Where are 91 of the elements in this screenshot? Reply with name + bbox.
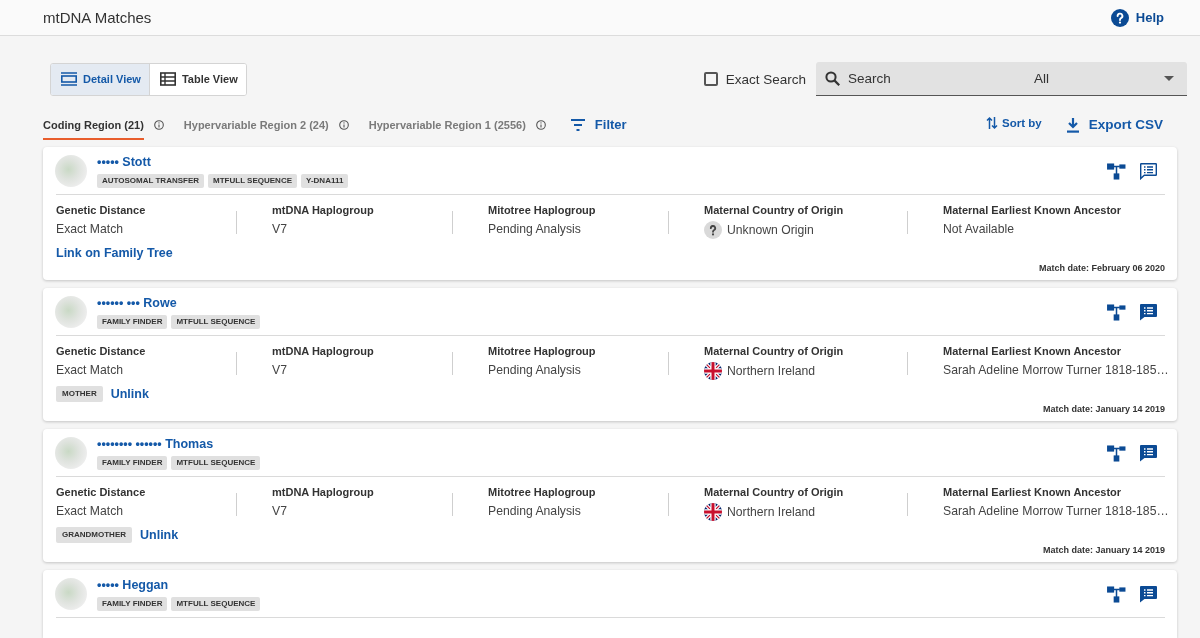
hierarchy-icon[interactable] [1107, 585, 1126, 603]
relation-tag: MOTHER [56, 386, 103, 402]
comment-icon[interactable] [1139, 162, 1158, 180]
family-tree-link[interactable]: Link on Family Tree [56, 245, 173, 261]
help-icon [1110, 8, 1129, 27]
filter-icon [569, 117, 586, 132]
relation-tag: GRANDMOTHER [56, 527, 132, 543]
field-value: V7 [272, 363, 288, 378]
region-tab[interactable]: Hypervariable Region 2 (24) [183, 109, 329, 140]
test-tag: MTFULL SEQUENCE [171, 597, 261, 611]
avatar-placeholder [55, 155, 87, 187]
field-label: mtDNA Haplogroup [272, 486, 375, 499]
field-value: Exact Match [56, 504, 125, 519]
hierarchy-icon[interactable] [1107, 303, 1126, 321]
match-date: Match date: January 14 2019 [1042, 403, 1165, 415]
test-tag: MTFULL SEQUENCE [171, 315, 261, 329]
field-label: Maternal Earliest Known Ancestor [943, 486, 1123, 499]
test-tag: Y-DNA111 [301, 174, 349, 188]
info-icon[interactable] [535, 119, 546, 130]
field-label: Mitotree Haplogroup [488, 204, 597, 217]
field-value: Northern Ireland [727, 363, 816, 379]
field-label: Mitotree Haplogroup [488, 486, 597, 499]
avatar-placeholder [55, 437, 87, 469]
field-value: V7 [272, 504, 288, 519]
match-name-link[interactable]: ••••• Stott [97, 154, 349, 170]
comment-icon[interactable] [1139, 444, 1158, 462]
field-label: Maternal Country of Origin [704, 486, 845, 499]
sort-button[interactable]: Sort by [986, 115, 1042, 130]
field-label: mtDNA Haplogroup [272, 204, 375, 217]
search-field[interactable]: Search [816, 62, 1020, 96]
test-tag: FAMILY FINDER [97, 456, 168, 470]
comment-icon[interactable] [1139, 585, 1158, 603]
test-tag: MTFULL SEQUENCE [208, 174, 297, 188]
field-value: Sarah Adeline Morrow Turner 1818-185… [943, 363, 1170, 378]
field-value: Exact Match [56, 222, 125, 237]
field-value: V7 [272, 222, 288, 237]
filter-button[interactable]: Filter [569, 117, 627, 132]
field-label: Genetic Distance [56, 345, 147, 358]
region-tab[interactable]: Hypervariable Region 1 (2556) [368, 109, 526, 140]
hierarchy-icon[interactable] [1107, 162, 1126, 180]
detail-view-button[interactable]: Detail View [51, 63, 149, 95]
family-tree-link[interactable]: Unlink [140, 527, 179, 543]
avatar-placeholder [55, 296, 87, 328]
export-csv-button[interactable]: Export CSV [1065, 116, 1163, 133]
field-label: Maternal Earliest Known Ancestor [943, 204, 1123, 217]
question-icon [704, 221, 722, 239]
help-button[interactable]: Help [1110, 8, 1164, 27]
field-value: Unknown Origin [727, 222, 814, 238]
match-name-link[interactable]: •••••••• •••••• Thomas [97, 436, 261, 452]
comment-icon[interactable] [1139, 303, 1158, 321]
download-icon [1065, 116, 1080, 133]
field-value: Pending Analysis [488, 504, 582, 519]
exact-search-checkbox[interactable] [703, 72, 718, 86]
info-icon[interactable] [153, 119, 164, 130]
test-tag: AUTOSOMAL TRANSFER [97, 174, 205, 188]
table-icon [158, 72, 177, 86]
field-value: Exact Match [56, 363, 125, 378]
sort-icon [986, 115, 999, 130]
field-label: Maternal Country of Origin [704, 204, 845, 217]
field-value: Pending Analysis [488, 222, 582, 237]
hierarchy-icon[interactable] [1107, 444, 1126, 462]
field-label: Maternal Earliest Known Ancestor [943, 345, 1123, 358]
search-icon [825, 71, 840, 86]
flag-icon [704, 362, 722, 380]
test-tag: FAMILY FINDER [97, 315, 168, 329]
caret-icon [1164, 76, 1174, 81]
flag-icon [704, 503, 722, 521]
match-date: Match date: January 14 2019 [1042, 544, 1165, 556]
field-value: Sarah Adeline Morrow Turner 1818-185… [943, 504, 1170, 519]
avatar-placeholder [55, 578, 87, 610]
field-value: Northern Ireland [727, 504, 816, 520]
field-label: Maternal Country of Origin [704, 345, 845, 358]
match-name-link[interactable]: ••••• Heggan [97, 577, 261, 593]
page-title: mtDNA Matches [43, 9, 152, 26]
test-tag: FAMILY FINDER [97, 597, 168, 611]
checkbox-label[interactable]: Exact Search [725, 71, 806, 87]
family-tree-link[interactable]: Unlink [110, 386, 149, 402]
field-label: Genetic Distance [56, 204, 147, 217]
field-value: Not Available [943, 222, 1015, 237]
match-date: Match date: February 06 2020 [1038, 262, 1165, 274]
field-value: Pending Analysis [488, 363, 582, 378]
field-label: Mitotree Haplogroup [488, 345, 597, 358]
test-tag: MTFULL SEQUENCE [171, 456, 261, 470]
field-label: mtDNA Haplogroup [272, 345, 375, 358]
card-view-icon [60, 72, 78, 86]
scope-dropdown[interactable]: All [1020, 62, 1187, 96]
table-view-button[interactable]: Table View [148, 63, 246, 95]
match-name-link[interactable]: •••••• ••• Rowe [97, 295, 261, 311]
field-label: Genetic Distance [56, 486, 147, 499]
region-tab[interactable]: Coding Region (21) [43, 109, 144, 140]
info-icon[interactable] [338, 119, 349, 130]
